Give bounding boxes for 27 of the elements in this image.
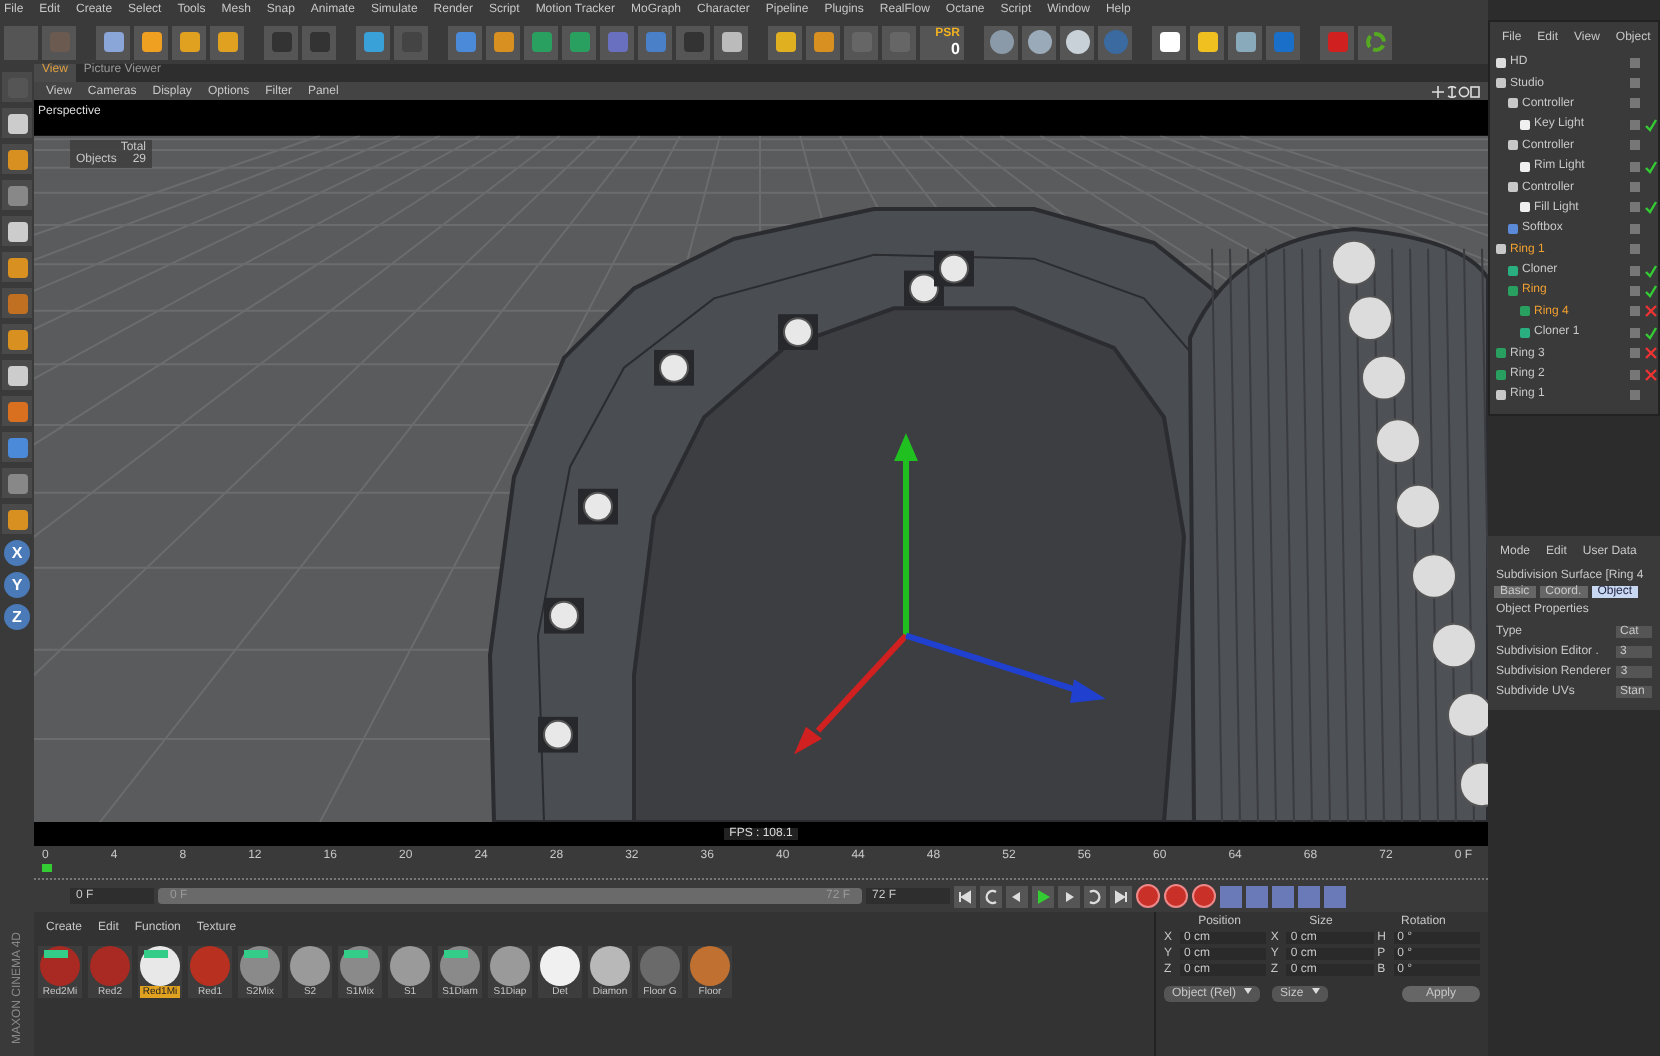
previous-key-icon[interactable] bbox=[980, 885, 1002, 907]
axis-lock-button[interactable]: Y bbox=[4, 572, 30, 598]
axis-lock-button[interactable]: X bbox=[4, 540, 30, 566]
play-icon[interactable] bbox=[1032, 885, 1054, 907]
check-icon[interactable] bbox=[1644, 263, 1658, 278]
check-icon[interactable] bbox=[1644, 117, 1658, 132]
move-gizmo-icon bbox=[794, 433, 1106, 755]
first-frame-icon[interactable] bbox=[954, 885, 976, 907]
check-icon[interactable] bbox=[1644, 200, 1658, 215]
cross-icon[interactable] bbox=[1644, 346, 1658, 361]
psr-value: 0 bbox=[951, 41, 960, 57]
previous-frame-icon[interactable] bbox=[1006, 885, 1028, 907]
autokey-button[interactable] bbox=[1164, 884, 1188, 908]
keyframe-button[interactable] bbox=[1192, 884, 1216, 908]
last-frame-icon[interactable] bbox=[1110, 885, 1132, 907]
autokey-icon[interactable] bbox=[1358, 25, 1392, 59]
cross-icon[interactable] bbox=[1644, 367, 1658, 382]
next-frame-icon[interactable] bbox=[1058, 885, 1080, 907]
axis-lock-button[interactable]: Z bbox=[4, 604, 30, 630]
next-key-icon[interactable] bbox=[1084, 885, 1106, 907]
check-icon[interactable] bbox=[1644, 325, 1658, 340]
check-icon[interactable] bbox=[1644, 159, 1658, 174]
check-icon[interactable] bbox=[1644, 283, 1658, 298]
cross-icon[interactable] bbox=[1644, 304, 1658, 319]
playhead-handle[interactable] bbox=[42, 864, 52, 872]
frame-range-slider[interactable] bbox=[158, 888, 862, 904]
record-button[interactable] bbox=[1136, 884, 1160, 908]
